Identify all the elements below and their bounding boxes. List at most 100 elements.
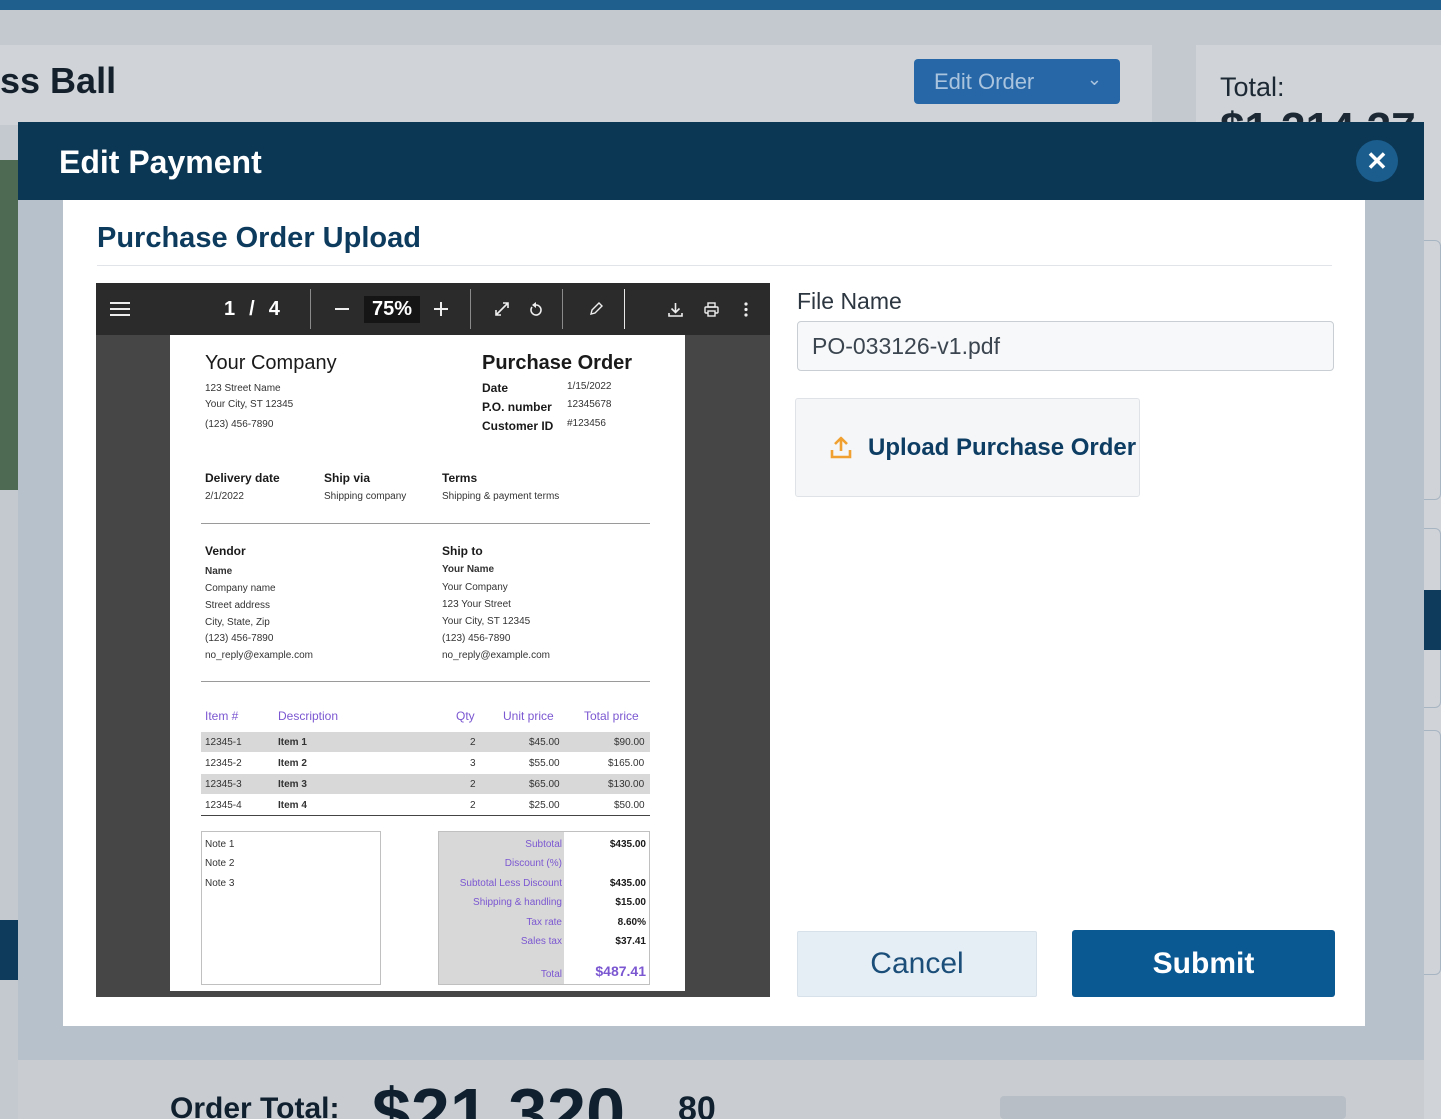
column-header: Qty — [456, 709, 475, 723]
table-cell: Item 4 — [278, 800, 307, 811]
file-name-label: File Name — [797, 288, 902, 314]
shipto-line: 123 Your Street — [442, 599, 511, 610]
fit-page-icon[interactable] — [490, 283, 514, 335]
totals-value: 8.60% — [617, 917, 646, 928]
table-cell: $50.00 — [614, 800, 645, 811]
terms-label: Terms — [442, 471, 478, 485]
column-header: Unit price — [503, 709, 554, 723]
vendor-line: Company name — [205, 583, 276, 594]
table-cell: Item 1 — [278, 737, 307, 748]
column-header: Item # — [205, 709, 239, 723]
table-cell: $55.00 — [529, 758, 560, 769]
chevron-down-icon: ⌄ — [1086, 69, 1102, 89]
zoom-level[interactable]: 75% — [364, 296, 420, 323]
delivery-value: 2/1/2022 — [205, 491, 244, 502]
customer-value: #123456 — [567, 418, 606, 429]
totals-label: Subtotal Less Discount — [459, 878, 562, 889]
totals-value: $435.00 — [609, 839, 646, 850]
edit-order-button[interactable]: Edit Order ⌄ — [914, 59, 1120, 104]
note: Note 2 — [205, 858, 235, 869]
totals-value: $435.00 — [609, 878, 646, 889]
vendor-line: City, State, Zip — [205, 617, 270, 628]
modal-title: Edit Payment — [59, 144, 262, 180]
doc-title: Purchase Order — [482, 352, 633, 374]
order-total-amount: $21,320 — [372, 1074, 626, 1119]
divider — [97, 265, 1332, 266]
po-value: 12345678 — [567, 399, 612, 410]
table-row — [201, 795, 650, 815]
toolbar-divider — [624, 289, 625, 329]
table-cell: 12345-1 — [205, 737, 242, 748]
print-icon[interactable] — [699, 283, 723, 335]
pdf-viewer[interactable]: 1 / 4 75% Your Company 123 Street Name Y… — [96, 283, 770, 997]
table-cell: Item 3 — [278, 779, 307, 790]
modal-body: Purchase Order Upload 1 / 4 75% Your Com… — [63, 200, 1365, 1026]
pdf-toolbar: 1 / 4 75% — [96, 283, 770, 335]
upload-purchase-order-button[interactable]: Upload Purchase Order — [795, 398, 1140, 497]
table-cell: $90.00 — [614, 737, 645, 748]
totals-label: Discount (%) — [504, 858, 562, 869]
company-address-2: Your City, ST 12345 — [205, 399, 294, 410]
rotate-icon[interactable] — [524, 283, 548, 335]
table-cell: 2 — [470, 737, 476, 748]
cancel-button[interactable]: Cancel — [797, 931, 1037, 997]
vendor-line: Name — [205, 566, 233, 577]
terms-value: Shipping & payment terms — [442, 491, 560, 502]
table-cell: Item 2 — [278, 758, 307, 769]
left-nav-block — [0, 920, 18, 980]
upload-icon — [830, 436, 852, 459]
product-image — [0, 160, 18, 490]
doc-divider — [201, 815, 650, 816]
table-cell: 2 — [470, 779, 476, 790]
notes-box — [201, 831, 381, 985]
toolbar-divider — [310, 289, 311, 329]
page-indicator: 1 / 4 — [224, 283, 280, 335]
totals-label: Sales tax — [520, 936, 562, 947]
totals-box — [438, 831, 650, 985]
shipto-line: (123) 456-7890 — [442, 633, 511, 644]
totals-value: $37.41 — [615, 936, 646, 947]
zoom-in-icon[interactable] — [429, 283, 453, 335]
table-cell: 12345-4 — [205, 800, 242, 811]
table-cell: $165.00 — [608, 758, 645, 769]
doc-divider — [201, 523, 650, 524]
table-cell: $130.00 — [608, 779, 645, 790]
shipto-line: Your Name — [442, 564, 495, 575]
table-cell: 2 — [470, 800, 476, 811]
totals-value: $15.00 — [615, 897, 646, 908]
download-icon[interactable] — [663, 283, 687, 335]
shipto-label: Ship to — [442, 544, 483, 558]
table-cell: 12345-3 — [205, 779, 242, 790]
table-row — [201, 774, 650, 794]
shipto-line: no_reply@example.com — [442, 650, 550, 661]
grand-total-label: Total — [540, 969, 562, 980]
shipvia-label: Ship via — [324, 471, 371, 485]
page-current: 1 — [224, 297, 236, 320]
toolbar-divider — [562, 289, 563, 329]
submit-button[interactable]: Submit — [1072, 930, 1335, 997]
edit-order-label: Edit Order — [934, 68, 1035, 94]
totals-label: Subtotal — [525, 839, 562, 850]
right-nav-block — [1424, 590, 1441, 650]
close-icon[interactable]: ✕ — [1356, 140, 1398, 182]
vendor-line: no_reply@example.com — [205, 650, 313, 661]
shipto-line: Your Company — [442, 582, 508, 593]
note: Note 3 — [205, 878, 235, 889]
vendor-line: Street address — [205, 600, 271, 611]
modal-header: Edit Payment ✕ — [18, 122, 1424, 200]
zoom-out-icon[interactable] — [330, 283, 354, 335]
more-icon[interactable] — [736, 283, 756, 335]
totals-label: Tax rate — [526, 917, 562, 928]
vendor-label: Vendor — [205, 544, 246, 558]
annotate-icon[interactable] — [584, 283, 608, 335]
note: Note 1 — [205, 839, 235, 850]
checkout-area — [1000, 1096, 1346, 1119]
order-total-cents: 80 — [678, 1090, 716, 1119]
table-cell: 12345-2 — [205, 758, 242, 769]
file-name-field[interactable] — [797, 321, 1334, 371]
company-phone: (123) 456-7890 — [205, 419, 274, 430]
po-label: P.O. number — [482, 400, 552, 414]
table-cell: $65.00 — [529, 779, 560, 790]
menu-icon[interactable] — [106, 283, 134, 335]
company-name: Your Company — [205, 352, 337, 374]
